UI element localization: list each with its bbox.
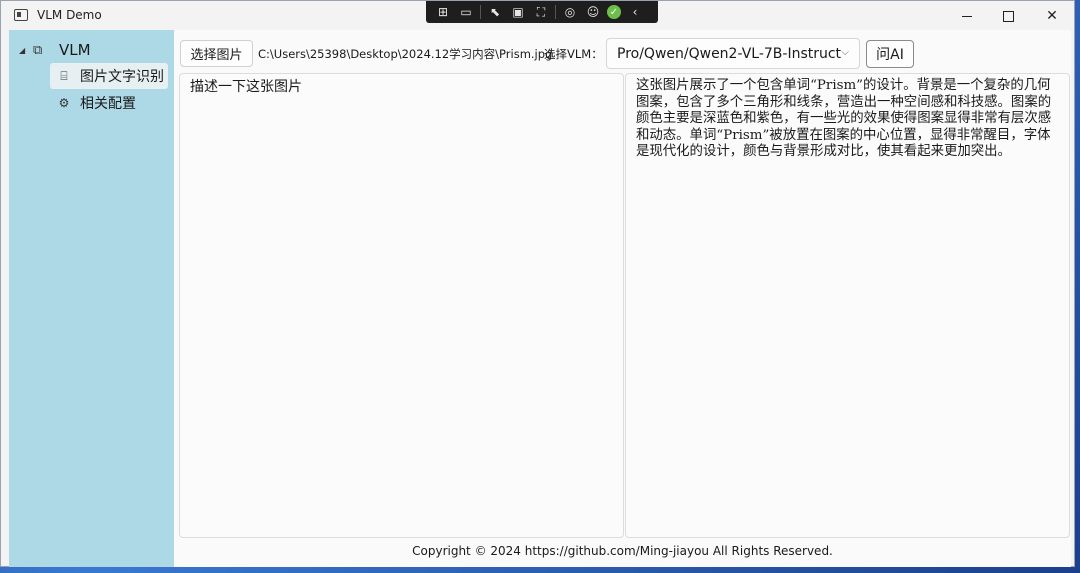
vlm-label: 选择VLM： xyxy=(544,47,603,61)
live-visual-tree-icon[interactable]: ⊞ xyxy=(434,5,452,19)
video-icon[interactable]: ▭ xyxy=(457,5,475,19)
sidebar: ◢ ⧉ VLM ⌸ 图片文字识别 ⚙ 相关配置 xyxy=(9,30,174,567)
prompt-text: 描述一下这张图片 xyxy=(190,79,302,95)
toolbar-divider xyxy=(555,5,556,19)
select-element-icon[interactable]: ⬉ xyxy=(486,5,504,19)
response-text: 这张图片展示了一个包含单词“Prism”的设计。背景是一个复杂的几何图案，包含了… xyxy=(636,78,1052,159)
response-output[interactable]: 这张图片展示了一个包含单词“Prism”的设计。背景是一个复杂的几何图案，包含了… xyxy=(625,73,1070,538)
vlm-select[interactable]: Pro/Qwen/Qwen2-VL-7B-Instruct ⌵ xyxy=(606,38,860,69)
sidebar-item-label: 图片文字识别 xyxy=(80,69,164,85)
maximize-button[interactable] xyxy=(985,1,1031,31)
hot-reload-icon[interactable]: ◎ xyxy=(561,5,579,19)
display-layout-adorners-icon[interactable]: ▣ xyxy=(509,5,527,19)
text-recognition-icon: ⌸ xyxy=(60,68,68,83)
chevron-down-icon: ⌵ xyxy=(841,47,849,58)
prompt-input[interactable]: 描述一下这张图片 xyxy=(179,73,624,538)
accessibility-icon[interactable]: ☺ xyxy=(584,5,602,19)
check-icon[interactable]: ✓ xyxy=(607,5,621,19)
app-window-icon xyxy=(14,9,28,21)
close-button[interactable]: ✕ xyxy=(1029,1,1075,31)
app-window: VLM Demo ✕ ⊞ ▭ ⬉ ▣ ⛶ ◎ ☺ ✓ ‹ ◢ ⧉ VLM ⌸ 图… xyxy=(0,0,1075,567)
copyright-footer: Copyright © 2024 https://github.com/Ming… xyxy=(412,544,833,558)
image-path-text: C:\Users\25398\Desktop\2024.12学习内容\Prism… xyxy=(258,47,553,61)
sidebar-item-settings[interactable]: ⚙ 相关配置 xyxy=(50,90,168,116)
minimize-icon xyxy=(962,15,972,17)
sidebar-item-text-recognition[interactable]: ⌸ 图片文字识别 xyxy=(50,63,168,89)
tree-root-vlm[interactable]: ◢ ⧉ VLM xyxy=(19,40,91,60)
toolbar-divider xyxy=(480,5,481,19)
minimize-button[interactable] xyxy=(944,1,990,31)
expand-arrow-icon[interactable]: ◢ xyxy=(19,46,33,55)
choose-image-button[interactable]: 选择图片 xyxy=(180,40,253,67)
cube-icon: ⧉ xyxy=(33,42,43,58)
sidebar-item-label: 相关配置 xyxy=(80,96,136,112)
xaml-debug-toolbar: ⊞ ▭ ⬉ ▣ ⛶ ◎ ☺ ✓ ‹ xyxy=(426,1,658,23)
track-focus-icon[interactable]: ⛶ xyxy=(532,5,550,19)
close-icon: ✕ xyxy=(1046,8,1058,24)
gear-icon: ⚙ xyxy=(58,96,70,110)
maximize-icon xyxy=(1002,10,1014,22)
window-title: VLM Demo xyxy=(37,8,102,22)
main-panel: 选择图片 C:\Users\25398\Desktop\2024.12学习内容\… xyxy=(174,30,1071,567)
collapse-chevron-icon[interactable]: ‹ xyxy=(626,5,644,19)
tree-root-label: VLM xyxy=(59,41,91,59)
vlm-select-value: Pro/Qwen/Qwen2-VL-7B-Instruct xyxy=(617,45,842,62)
ask-ai-button[interactable]: 问AI xyxy=(866,40,914,68)
